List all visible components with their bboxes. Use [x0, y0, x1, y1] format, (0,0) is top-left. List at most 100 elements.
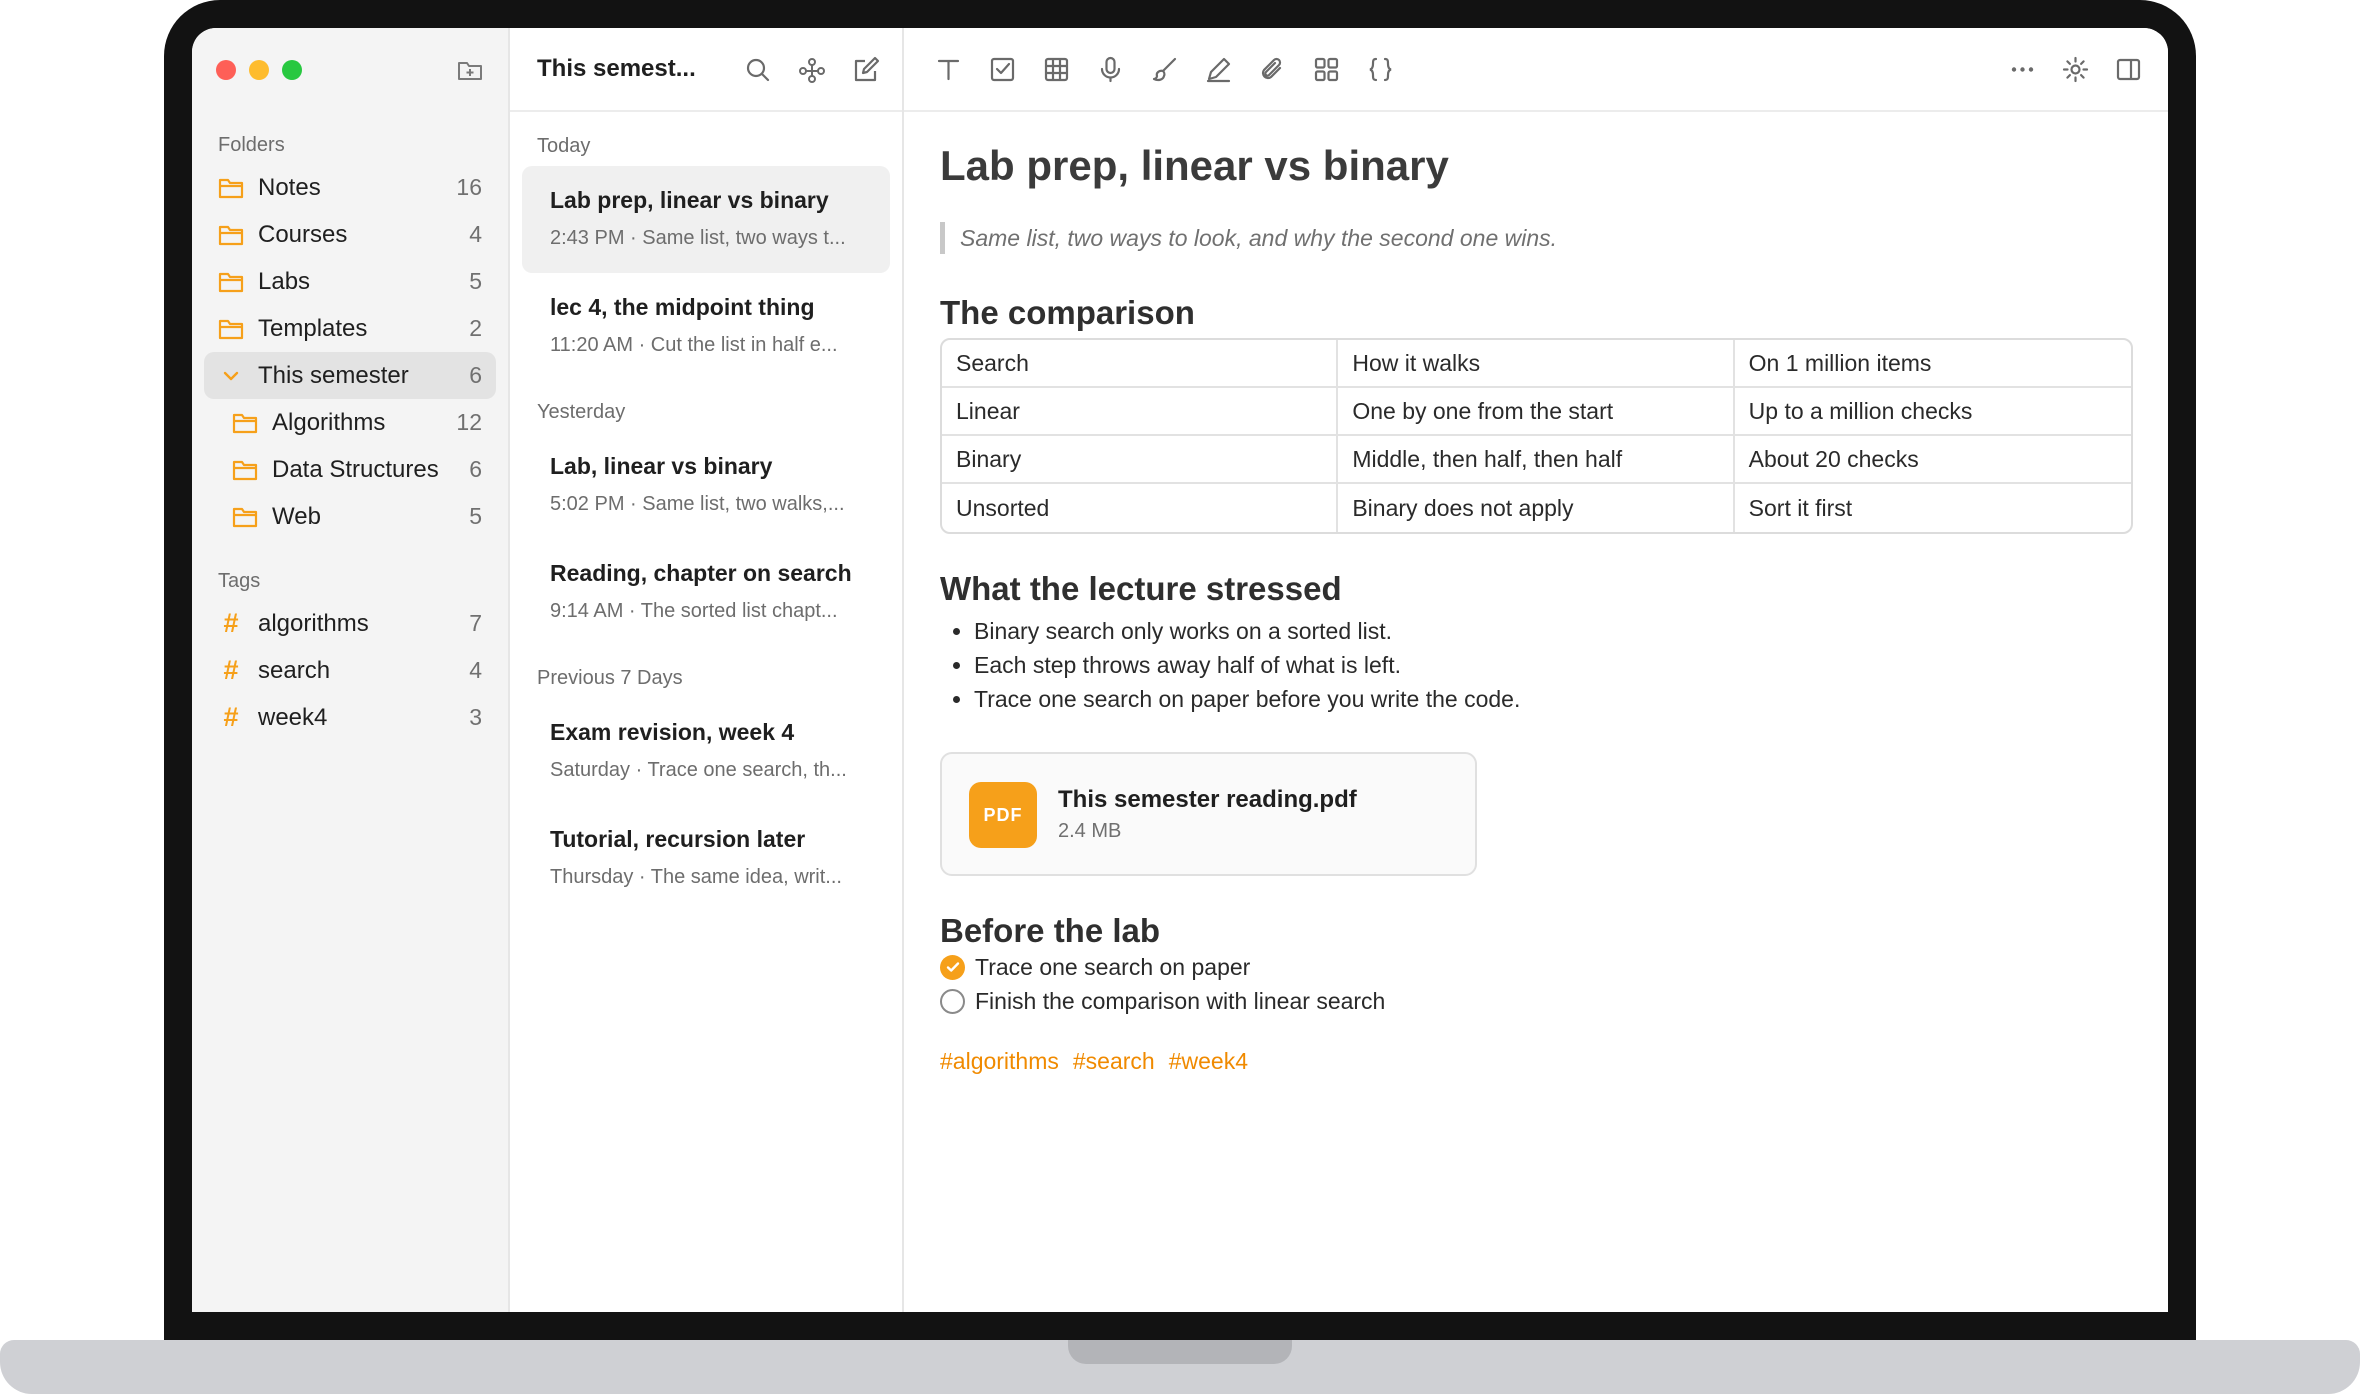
text-format-icon[interactable]: [934, 55, 963, 84]
table-cell: Binary: [942, 436, 1339, 484]
editor-toolbar: [904, 28, 2168, 112]
microphone-icon[interactable]: [1096, 55, 1125, 84]
tag-link[interactable]: #week4: [1169, 1048, 1248, 1075]
folder-item-this-semester[interactable]: This semester 6: [204, 352, 496, 399]
close-window-button[interactable]: [216, 60, 236, 80]
note-item[interactable]: Reading, chapter on search 9:14 AM · The…: [522, 539, 890, 646]
checked-checkbox[interactable]: [940, 954, 965, 980]
list-item: Trace one search on paper before you wri…: [974, 682, 2134, 716]
note-content[interactable]: Lab prep, linear vs binary Same list, tw…: [940, 112, 2134, 1075]
folder-count: 6: [469, 362, 482, 388]
table-cell: Linear: [942, 388, 1339, 436]
pdf-file-icon: PDF: [969, 782, 1037, 848]
note-title: Reading, chapter on search: [550, 560, 852, 586]
note-meta: 11:20 AM · Cut the list in half e...: [550, 334, 838, 356]
table-row: Search How it walks On 1 million items: [942, 340, 2131, 388]
list-item: Binary search only works on a sorted lis…: [974, 614, 2134, 648]
folder-icon: [218, 224, 244, 246]
folder-icon: [232, 412, 258, 434]
pen-icon[interactable]: [1204, 55, 1233, 84]
folder-label: Data Structures: [272, 455, 439, 483]
table-icon[interactable]: [1042, 55, 1071, 84]
note-title: Exam revision, week 4: [550, 719, 795, 745]
note-meta: 9:14 AM · The sorted list chapt...: [550, 600, 838, 622]
note-title: Lab, linear vs binary: [550, 453, 773, 479]
lecture-heading: What the lecture stressed: [940, 570, 1342, 607]
folder-label: This semester: [258, 361, 409, 389]
folder-item-notes[interactable]: Notes 16: [204, 164, 496, 211]
note-item[interactable]: Lab, linear vs binary 5:02 PM · Same lis…: [522, 432, 890, 539]
folder-count: 5: [469, 268, 482, 294]
hashtag-icon: #: [223, 608, 239, 638]
new-folder-icon[interactable]: [456, 56, 484, 84]
table-cell: Middle, then half, then half: [1338, 436, 1735, 484]
table-cell: Search: [942, 340, 1339, 388]
unchecked-checkbox[interactable]: [940, 988, 965, 1014]
folder-count: 4: [469, 221, 482, 247]
note-meta: Saturday · Trace one search, th...: [550, 759, 847, 781]
tag-link[interactable]: #search: [1073, 1048, 1155, 1075]
folder-label: Templates: [258, 314, 368, 342]
folder-item-templates[interactable]: Templates 2: [204, 305, 496, 352]
folder-item-data-structures[interactable]: Data Structures 6: [204, 446, 496, 493]
folder-item-algorithms[interactable]: Algorithms 12: [204, 399, 496, 446]
tag-item-algorithms[interactable]: # algorithms 7: [204, 600, 496, 647]
table-cell: Sort it first: [1748, 494, 1853, 521]
folder-item-labs[interactable]: Labs 5: [204, 258, 496, 305]
minimize-window-button[interactable]: [249, 60, 269, 80]
folder-item-courses[interactable]: Courses 4: [204, 211, 496, 258]
pdf-attachment[interactable]: PDF This semester reading.pdf 2.4 MB: [940, 752, 1477, 876]
more-options-icon[interactable]: [2008, 55, 2037, 84]
bullet-list: Binary search only works on a sorted lis…: [940, 614, 2134, 716]
titlebar: [192, 28, 508, 112]
note-item[interactable]: Tutorial, recursion later Thursday · The…: [522, 805, 890, 912]
settings-gear-icon[interactable]: [2061, 55, 2090, 84]
folder-label: Courses: [258, 220, 348, 248]
grid-icon[interactable]: [1312, 55, 1341, 84]
editor: Lab prep, linear vs binary Same list, tw…: [904, 28, 2168, 1312]
paperclip-icon[interactable]: [1258, 55, 1287, 84]
folders-heading: Folders: [218, 134, 285, 156]
tag-link[interactable]: #algorithms: [940, 1048, 1059, 1075]
checkbox-icon[interactable]: [988, 55, 1017, 84]
code-block-icon[interactable]: [1366, 55, 1395, 84]
hashtag-icon: #: [223, 702, 239, 732]
group-label-yesterday: Yesterday: [537, 401, 626, 423]
tag-item-week4[interactable]: # week4 3: [204, 694, 496, 741]
note-item[interactable]: Exam revision, week 4 Saturday · Trace o…: [522, 698, 890, 805]
folder-label: Labs: [258, 267, 311, 295]
note-item[interactable]: Lab prep, linear vs binary 2:43 PM · Sam…: [522, 166, 890, 273]
tag-item-search[interactable]: # search 4: [204, 647, 496, 694]
new-note-icon[interactable]: [852, 56, 880, 84]
zoom-window-button[interactable]: [282, 60, 302, 80]
note-title: lec 4, the midpoint thing: [550, 294, 815, 320]
table-cell: How it walks: [1338, 340, 1735, 388]
folder-label: Notes: [258, 173, 321, 201]
note-title: Lab prep, linear vs binary: [550, 187, 829, 213]
note-heading: Lab prep, linear vs binary: [940, 142, 1449, 189]
tag-count: 7: [469, 610, 482, 636]
hashtag-icon: #: [223, 655, 239, 685]
chevron-down-icon[interactable]: [218, 365, 244, 387]
table-cell: Unsorted: [942, 484, 1339, 532]
table-row: Unsorted Binary does not apply Sort it f…: [942, 484, 2131, 532]
folder-count: 5: [469, 503, 482, 529]
folder-count: 12: [456, 409, 482, 435]
sidebar-toggle-icon[interactable]: [2114, 55, 2143, 84]
search-icon[interactable]: [744, 56, 772, 84]
graph-view-icon[interactable]: [798, 56, 826, 84]
table-cell: Up to a million checks: [1734, 388, 2131, 436]
note-tags: #algorithms #search #week4: [940, 1048, 2134, 1075]
note-item[interactable]: lec 4, the midpoint thing 11:20 AM · Cut…: [522, 273, 890, 380]
blockquote: Same list, two ways to look, and why the…: [940, 222, 2134, 254]
list-item: Each step throws away half of what is le…: [974, 648, 2134, 682]
table-cell: One by one from the start: [1338, 388, 1735, 436]
laptop-notch: [1068, 1340, 1292, 1364]
folder-item-web[interactable]: Web 5: [204, 493, 496, 540]
before-lab-heading: Before the lab: [940, 912, 1161, 949]
attachment-name: This semester reading.pdf: [1058, 786, 1357, 813]
brush-icon[interactable]: [1150, 55, 1179, 84]
note-list-header: This semest...: [510, 28, 902, 112]
checklist-item: Finish the comparison with linear search: [940, 984, 2134, 1018]
table-cell: Binary does not apply: [1338, 484, 1735, 532]
